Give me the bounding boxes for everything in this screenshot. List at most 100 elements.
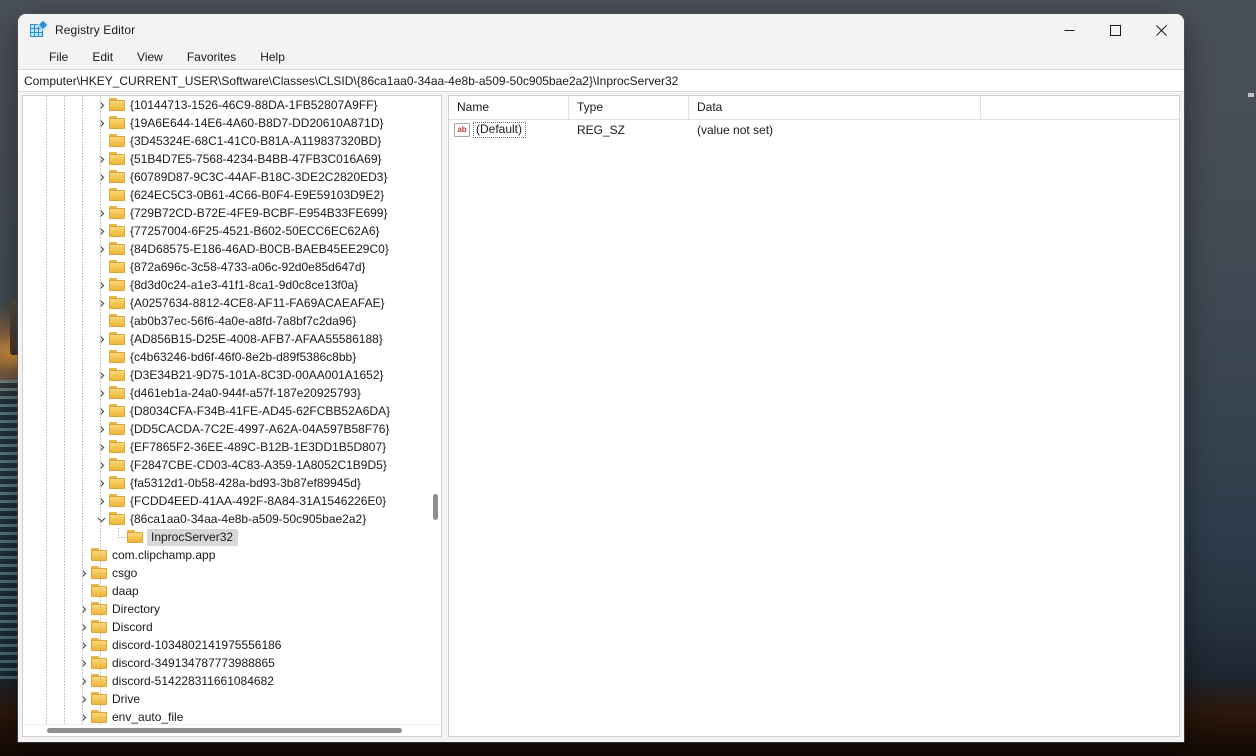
chevron-right-icon[interactable] [93, 366, 109, 384]
tree-horizontal-scrollbar[interactable] [23, 724, 441, 736]
tree-item[interactable]: {ab0b37ec-56f6-4a0e-a8fd-7a8bf7c2da96} [23, 312, 441, 330]
folder-icon [109, 188, 126, 202]
menu-item-view[interactable]: View [128, 48, 172, 67]
column-header-type[interactable]: Type [569, 96, 689, 119]
tree-item[interactable]: {84D68575-E186-46AD-B0CB-BAEB45EE29C0} [23, 240, 441, 258]
cursor-artifact [1248, 93, 1254, 97]
column-header-data[interactable]: Data [689, 96, 981, 119]
chevron-right-icon[interactable] [93, 96, 109, 114]
tree-item[interactable]: {729B72CD-B72E-4FE9-BCBF-E954B33FE699} [23, 204, 441, 222]
tree-item[interactable]: csgo [23, 564, 441, 582]
tree-item-label: {51B4D7E5-7568-4234-B4BB-47FB3C016A69} [130, 152, 388, 166]
menu-item-help[interactable]: Help [251, 48, 294, 67]
chevron-right-icon[interactable] [93, 240, 109, 258]
chevron-right-icon[interactable] [75, 636, 91, 654]
tree-item[interactable]: Discord [23, 618, 441, 636]
tree-item[interactable]: {EF7865F2-36EE-489C-B12B-1E3DD1B5D807} [23, 438, 441, 456]
tree-item[interactable]: Drive [23, 690, 441, 708]
address-bar[interactable]: Computer\HKEY_CURRENT_USER\Software\Clas… [18, 69, 1184, 92]
chevron-right-icon[interactable] [93, 492, 109, 510]
tree-item-label: {84D68575-E186-46AD-B0CB-BAEB45EE29C0} [130, 242, 395, 256]
tree-item[interactable]: {D3E34B21-9D75-101A-8C3D-00AA001A1652} [23, 366, 441, 384]
folder-icon [109, 242, 126, 256]
tree-item[interactable]: discord-514228311661084682 [23, 672, 441, 690]
tree-item[interactable]: {FCDD4EED-41AA-492F-8A84-31A1546226E0} [23, 492, 441, 510]
chevron-right-icon[interactable] [75, 654, 91, 672]
tree-item-label: {DD5CACDA-7C2E-4997-A62A-04A597B58F76} [130, 422, 395, 436]
tree-item[interactable]: {77257004-6F25-4521-B602-50ECC6EC62A6} [23, 222, 441, 240]
tree-item[interactable]: {19A6E644-14E6-4A60-B8D7-DD20610A871D} [23, 114, 441, 132]
menu-item-favorites[interactable]: Favorites [178, 48, 245, 67]
tree-item[interactable]: {AD856B15-D25E-4008-AFB7-AFAA55586188} [23, 330, 441, 348]
tree-item[interactable]: {A0257634-8812-4CE8-AF11-FA69ACAEAFAE} [23, 294, 441, 312]
chevron-right-icon[interactable] [93, 402, 109, 420]
chevron-right-icon[interactable] [75, 600, 91, 618]
chevron-right-icon[interactable] [93, 150, 109, 168]
chevron-right-icon[interactable] [93, 474, 109, 492]
tree-vertical-scrollbar-thumb[interactable] [433, 494, 438, 520]
chevron-right-icon[interactable] [75, 708, 91, 724]
tree-item[interactable]: discord-349134787773988865 [23, 654, 441, 672]
tree-item-label: {D8034CFA-F34B-41FE-AD45-62FCBB52A6DA} [130, 404, 396, 418]
tree-item[interactable]: {872a696c-3c58-4733-a06c-92d0e85d647d} [23, 258, 441, 276]
chevron-right-icon[interactable] [93, 438, 109, 456]
registry-editor-icon [30, 22, 46, 38]
folder-icon [109, 314, 126, 328]
tree-item[interactable]: {86ca1aa0-34aa-4e8b-a509-50c905bae2a2} [23, 510, 441, 528]
tree-item[interactable]: {fa5312d1-0b58-428a-bd93-3b87ef89945d} [23, 474, 441, 492]
menu-item-edit[interactable]: Edit [83, 48, 122, 67]
tree-item[interactable]: {624EC5C3-0B61-4C66-B0F4-E9E59103D9E2} [23, 186, 441, 204]
tree-item[interactable]: com.clipchamp.app [23, 546, 441, 564]
chevron-right-icon[interactable] [93, 456, 109, 474]
registry-path: Computer\HKEY_CURRENT_USER\Software\Clas… [24, 74, 678, 88]
folder-icon [109, 260, 126, 274]
tree-item[interactable]: {3D45324E-68C1-41C0-B81A-A119837320BD} [23, 132, 441, 150]
tree-horizontal-scrollbar-thumb[interactable] [47, 728, 402, 733]
tree-item[interactable]: {F2847CBE-CD03-4C83-A359-1A8052C1B9D5} [23, 456, 441, 474]
chevron-right-icon[interactable] [93, 384, 109, 402]
tree-vertical-scrollbar[interactable] [430, 96, 441, 724]
tree-item[interactable]: {D8034CFA-F34B-41FE-AD45-62FCBB52A6DA} [23, 402, 441, 420]
chevron-right-icon[interactable] [93, 294, 109, 312]
tree-item-label: discord-1034802141975556186 [112, 638, 287, 652]
tree-item[interactable]: {c4b63246-bd6f-46f0-8e2b-d89f5386c8bb} [23, 348, 441, 366]
folder-icon [109, 170, 126, 184]
chevron-right-icon[interactable] [93, 276, 109, 294]
chevron-right-icon[interactable] [93, 330, 109, 348]
tree-item[interactable]: {51B4D7E5-7568-4234-B4BB-47FB3C016A69} [23, 150, 441, 168]
folder-icon [109, 440, 126, 454]
folder-icon [91, 710, 108, 724]
registry-values-pane: Name Type Data ab(Default)REG_SZ(value n… [448, 95, 1180, 737]
tree-leaf-spacer [75, 582, 91, 600]
folder-icon [127, 530, 144, 544]
chevron-right-icon[interactable] [93, 204, 109, 222]
close-button[interactable] [1138, 14, 1184, 46]
menu-item-file[interactable]: File [40, 48, 77, 67]
chevron-right-icon[interactable] [75, 690, 91, 708]
chevron-right-icon[interactable] [93, 168, 109, 186]
tree-item[interactable]: env_auto_file [23, 708, 441, 724]
chevron-right-icon[interactable] [93, 222, 109, 240]
chevron-right-icon[interactable] [93, 420, 109, 438]
tree-item-label: discord-349134787773988865 [112, 656, 281, 670]
tree-item[interactable]: {8d3d0c24-a1e3-41f1-8ca1-9d0c8ce13f0a} [23, 276, 441, 294]
tree-item[interactable]: {DD5CACDA-7C2E-4997-A62A-04A597B58F76} [23, 420, 441, 438]
chevron-right-icon[interactable] [75, 618, 91, 636]
chevron-right-icon[interactable] [75, 564, 91, 582]
chevron-right-icon[interactable] [93, 114, 109, 132]
chevron-down-icon[interactable] [93, 510, 109, 528]
tree-item[interactable]: daap [23, 582, 441, 600]
tree-item[interactable]: {10144713-1526-46C9-88DA-1FB52807A9FF} [23, 96, 441, 114]
table-row[interactable]: ab(Default)REG_SZ(value not set) [449, 120, 1179, 139]
tree-item[interactable]: {60789D87-9C3C-44AF-B18C-3DE2C2820ED3} [23, 168, 441, 186]
tree-item[interactable]: Directory [23, 600, 441, 618]
minimize-button[interactable] [1046, 14, 1092, 46]
column-header-name[interactable]: Name [449, 96, 569, 119]
tree-item[interactable]: discord-1034802141975556186 [23, 636, 441, 654]
chevron-right-icon[interactable] [75, 672, 91, 690]
folder-icon [91, 548, 108, 562]
tree-item-selected[interactable]: InprocServer32 [23, 528, 441, 546]
tree-item[interactable]: {d461eb1a-24a0-944f-a57f-187e20925793} [23, 384, 441, 402]
folder-icon [91, 584, 108, 598]
maximize-button[interactable] [1092, 14, 1138, 46]
